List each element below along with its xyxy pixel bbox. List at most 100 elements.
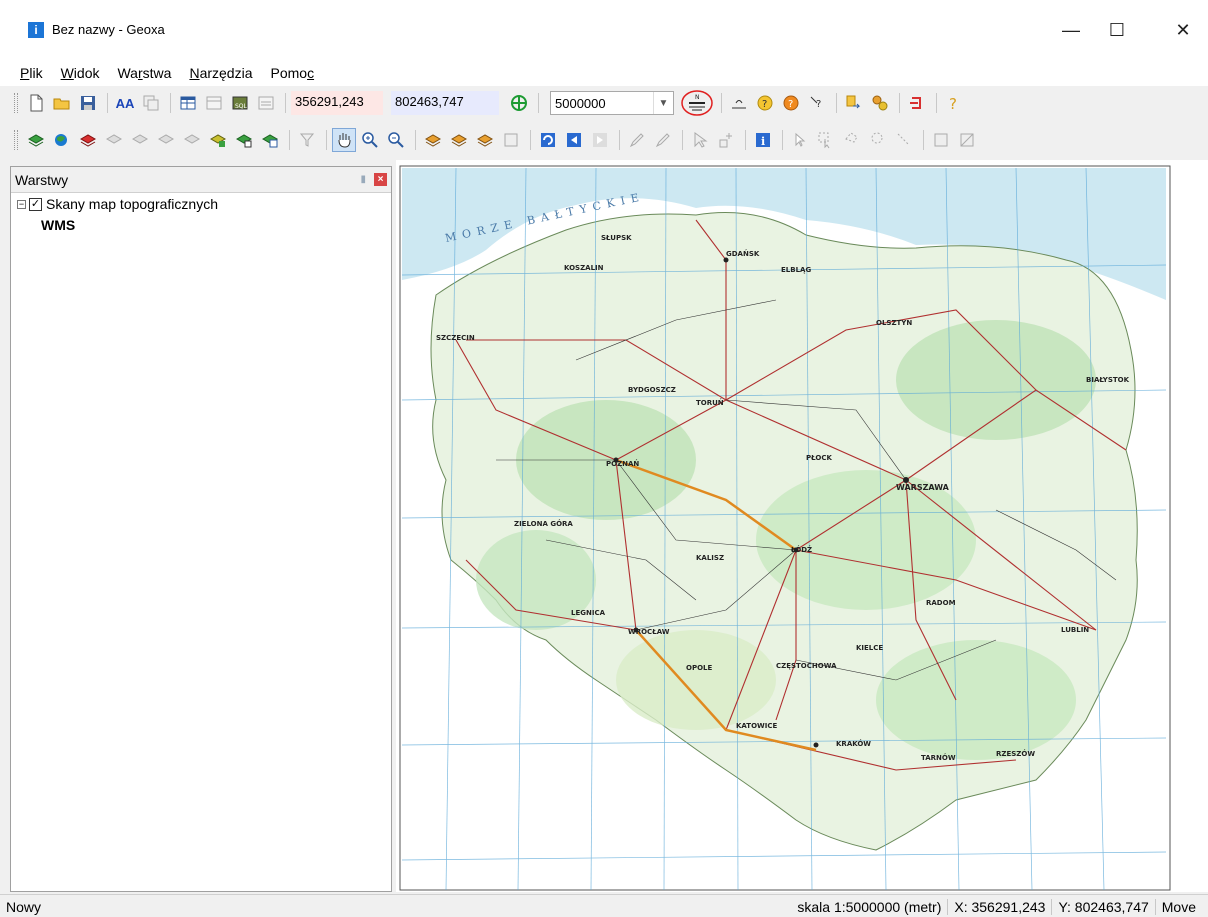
coordinate-y-field[interactable]: 802463,747 [391,91,499,115]
context-help-button[interactable]: ? [779,91,803,115]
antialias-button[interactable]: AA [113,91,137,115]
select-circle-disabled-icon [871,132,883,144]
zoom-to-all-button[interactable] [447,128,471,152]
chevron-down-icon[interactable]: ▼ [653,92,673,114]
add-wms-button[interactable] [50,128,74,152]
select-arrow-button[interactable] [788,128,812,152]
menu-plik[interactable]: Plik [20,65,43,81]
edit-vertex-button[interactable] [651,128,675,152]
collapse-icon[interactable]: − [17,199,26,209]
measure-button[interactable] [727,91,751,115]
refresh-button[interactable] [536,128,560,152]
minimize-button[interactable]: — [1048,14,1094,46]
pan-button[interactable] [332,128,356,152]
city-label: KALISZ [696,554,724,562]
settings-button[interactable] [868,91,892,115]
add-point-button[interactable] [714,128,738,152]
map-canvas[interactable]: MORZE BAŁTYCKIE WARSZAWA POZNAŃ WROCŁAW … [396,160,1208,892]
scale-bar-icon: N [681,90,713,116]
info-button[interactable]: i [751,128,775,152]
toolbar-separator [107,93,108,113]
layer-filter-button[interactable] [295,128,319,152]
select-line-button[interactable] [892,128,916,152]
toolbar-grip[interactable] [14,93,18,113]
clear-selection-button[interactable] [929,128,953,152]
zoom-in-button[interactable] [358,128,382,152]
menu-narzedzia[interactable]: Narzędzia [189,65,252,81]
zoom-to-layer-button[interactable] [421,128,445,152]
forward-disabled-icon [593,133,607,147]
zoom-out-button[interactable] [384,128,408,152]
forest-area [896,320,1096,440]
ruler-icon [732,100,746,109]
add-layer-button[interactable] [24,128,48,152]
query-button[interactable] [202,91,226,115]
save-button[interactable] [76,91,100,115]
previous-extent-button[interactable] [562,128,586,152]
layer-checkbox[interactable]: ✓ [29,197,42,211]
remove-layer-button[interactable] [76,128,100,152]
city-label: RADOM [926,599,956,607]
layer-table-icon [261,134,279,148]
invert-selection-button[interactable] [955,128,979,152]
layer-table-button[interactable] [258,128,282,152]
city-label: RZESZÓW [996,749,1035,758]
edit-button[interactable] [625,128,649,152]
layer-down-button[interactable] [128,128,152,152]
close-button[interactable]: ✕ [1160,14,1206,46]
exit-button[interactable] [905,91,929,115]
layer-bottom-button[interactable] [180,128,204,152]
scale-bar-button[interactable]: N [680,89,714,117]
map-image: MORZE BAŁTYCKIE WARSZAWA POZNAŃ WROCŁAW … [399,165,1171,891]
menu-widok[interactable]: Widok [61,65,100,81]
select-button[interactable] [688,128,712,152]
layer-tree-item[interactable]: − ✓ Skany map topograficznych [11,193,391,215]
city-label: ŁÓDŹ [790,545,812,554]
layer-top-button[interactable] [154,128,178,152]
next-extent-button[interactable] [588,128,612,152]
maximize-button[interactable]: ☐ [1094,14,1140,46]
about-button[interactable]: ? [942,91,966,115]
toolbar-separator [682,130,683,150]
sql-button[interactable]: SQL [228,91,252,115]
city-label: OPOLE [686,664,712,672]
select-circle-button[interactable] [866,128,890,152]
zoom-to-selection-button[interactable] [473,128,497,152]
new-file-button[interactable] [24,91,48,115]
menu-pomoc[interactable]: Pomoc [270,65,314,81]
scale-select[interactable]: 5000000 ▼ [550,91,674,115]
full-extent-button[interactable] [499,128,523,152]
layer-properties-button[interactable] [206,128,230,152]
pin-icon[interactable]: ▮ [360,174,366,185]
whats-this-button[interactable]: ? [805,91,829,115]
go-to-coordinates-button[interactable] [507,91,531,115]
zoom-all-icon [450,134,468,147]
city-label: LUBLIN [1061,626,1089,634]
toolbar-separator [289,130,290,150]
copy-layer-button[interactable] [139,91,163,115]
report-button[interactable] [254,91,278,115]
arrow-disabled-icon [795,132,806,147]
toolbar-grip[interactable] [14,130,18,150]
svg-text:N: N [695,94,700,101]
open-file-button[interactable] [50,91,74,115]
city-marker [723,257,729,263]
copy-disabled-icon [143,95,159,111]
exit-icon [910,97,921,109]
select-rect-button[interactable] [814,128,838,152]
close-icon[interactable]: × [374,173,387,186]
info-app-icon: i [28,22,44,38]
coordinate-x-field[interactable]: 356291,243 [291,91,383,115]
layers-panel-header: Warstwy ▮ × [11,167,391,193]
menu-warstwa[interactable]: Warstwa [117,65,171,81]
pointer-disabled-icon [694,132,708,148]
add-point-disabled-icon [719,133,732,148]
layer-up-button[interactable] [102,128,126,152]
export-button[interactable] [842,91,866,115]
layer-style-button[interactable] [232,128,256,152]
select-polygon-button[interactable] [840,128,864,152]
layer-properties-icon [209,134,227,147]
help-topic-button[interactable]: ? [753,91,777,115]
app-window: i Bez nazwy - Geoxa — ☐ ✕ Plik Widok War… [0,0,1208,917]
table-button[interactable] [176,91,200,115]
